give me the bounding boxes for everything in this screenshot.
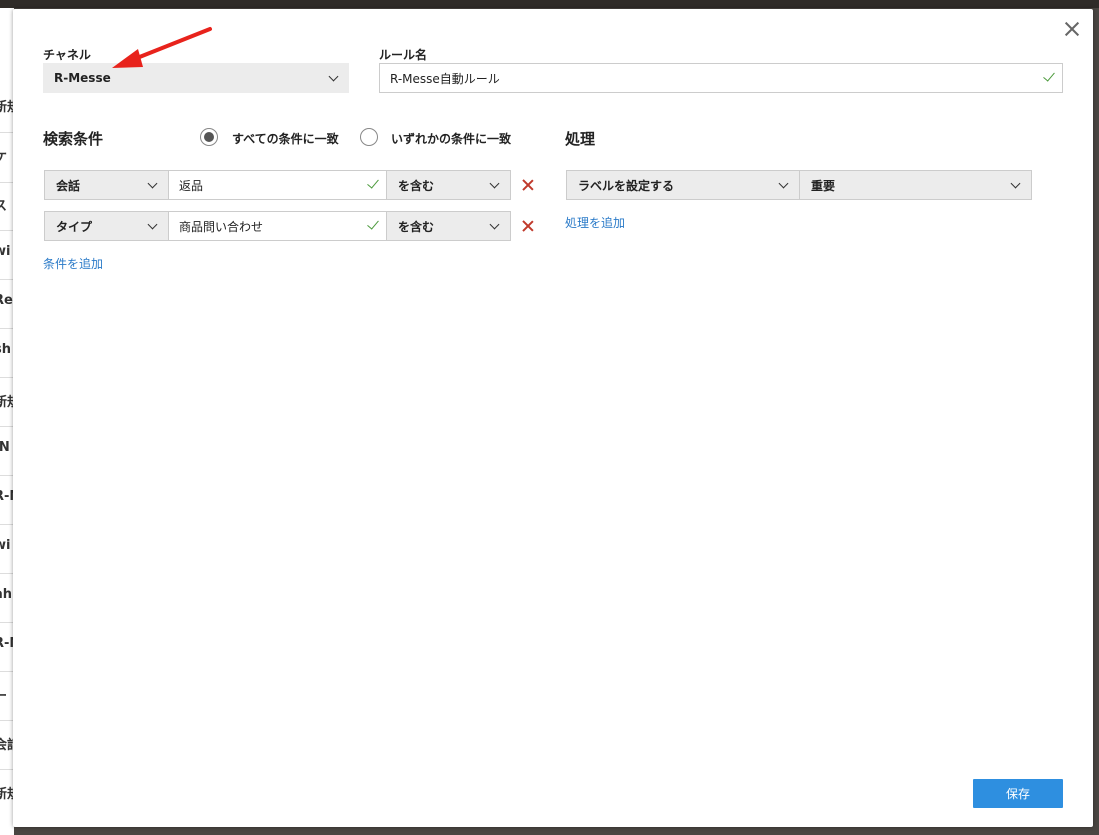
background-list-item: sh	[0, 342, 11, 357]
background-list-item: R-M	[0, 636, 14, 651]
delete-condition-icon[interactable]	[521, 219, 535, 233]
rule-name-input[interactable]: R-Messe自動ルール	[379, 63, 1063, 93]
action-value-text: 重要	[811, 178, 836, 193]
divider	[0, 426, 14, 427]
background-list-item: IN	[0, 440, 10, 455]
divider	[0, 524, 14, 525]
background-list-item: R-M	[0, 489, 14, 504]
chevron-down-icon	[778, 178, 789, 189]
action-type-select[interactable]: ラベルを設定する	[566, 170, 800, 200]
condition-operator-select[interactable]: を含む	[386, 211, 511, 241]
condition-value-text: 返品	[179, 178, 204, 193]
check-icon	[367, 176, 379, 189]
background-list-item: wi	[0, 244, 11, 259]
chevron-down-icon	[147, 178, 158, 189]
background-list-item: 新規	[0, 395, 14, 410]
condition-operator-value: を含む	[398, 219, 435, 234]
condition-operator-select[interactable]: を含む	[386, 170, 511, 200]
background-list-item: ス	[0, 199, 8, 214]
background-list-item: ー	[0, 689, 8, 704]
background-list-item: wi	[0, 538, 11, 553]
divider	[0, 769, 14, 770]
channel-select-value: R-Messe	[54, 71, 111, 85]
match-any-radio[interactable]	[360, 128, 378, 146]
close-icon[interactable]	[1062, 19, 1082, 39]
actions-title: 処理	[565, 130, 596, 148]
condition-field-select[interactable]: 会話	[44, 170, 169, 200]
rule-edit-dialog: チャネル R-Messe ルール名 R-Messe自動ルール 検索条件 すべての…	[13, 9, 1093, 827]
background-list-item: 会話	[0, 738, 14, 753]
save-button[interactable]: 保存	[973, 779, 1063, 808]
condition-field-value: タイプ	[56, 219, 93, 234]
background-list-item: 新規	[0, 787, 14, 802]
divider	[0, 279, 14, 280]
action-type-value: ラベルを設定する	[578, 178, 675, 193]
chevron-down-icon	[489, 219, 500, 230]
chevron-down-icon	[489, 178, 500, 189]
match-all-radio[interactable]	[200, 128, 218, 146]
condition-value-input[interactable]: 商品問い合わせ	[168, 211, 387, 241]
divider	[0, 622, 14, 623]
background-conversation-list: 新規 ケ ス wi Re sh 新規 IN R-M wi ah R-M ー 会話…	[0, 8, 14, 835]
divider	[0, 182, 14, 183]
search-conditions-title: 検索条件	[43, 130, 104, 148]
add-condition-link[interactable]: 条件を追加	[43, 255, 103, 272]
divider	[0, 230, 14, 231]
condition-value-input[interactable]: 返品	[168, 170, 387, 200]
condition-field-value: 会話	[56, 178, 81, 193]
condition-value-text: 商品問い合わせ	[179, 219, 264, 234]
add-action-link[interactable]: 処理を追加	[565, 214, 625, 231]
rule-name-label: ルール名	[379, 48, 428, 62]
divider	[0, 573, 14, 574]
divider	[0, 377, 14, 378]
divider	[0, 328, 14, 329]
background-list-item: 新規	[0, 100, 14, 115]
chevron-down-icon	[1010, 178, 1021, 189]
divider	[0, 671, 14, 672]
chevron-down-icon	[328, 71, 339, 82]
condition-field-select[interactable]: タイプ	[44, 211, 169, 241]
action-value-select[interactable]: 重要	[799, 170, 1032, 200]
background-list-item: Re	[0, 293, 13, 308]
check-icon	[1043, 69, 1055, 82]
delete-condition-icon[interactable]	[521, 178, 535, 192]
divider	[0, 475, 14, 476]
check-icon	[367, 217, 379, 230]
condition-operator-value: を含む	[398, 178, 435, 193]
channel-select[interactable]: R-Messe	[43, 63, 349, 93]
divider	[0, 132, 14, 133]
chevron-down-icon	[147, 219, 158, 230]
background-list-item: ケ	[0, 150, 8, 165]
match-all-label[interactable]: すべての条件に一致	[232, 130, 339, 147]
background-list-item: ah	[0, 587, 13, 602]
app-header-strip	[0, 0, 1099, 8]
match-any-label[interactable]: いずれかの条件に一致	[391, 130, 511, 147]
rule-name-value: R-Messe自動ルール	[390, 71, 500, 86]
channel-label: チャネル	[43, 48, 91, 62]
divider	[0, 720, 14, 721]
